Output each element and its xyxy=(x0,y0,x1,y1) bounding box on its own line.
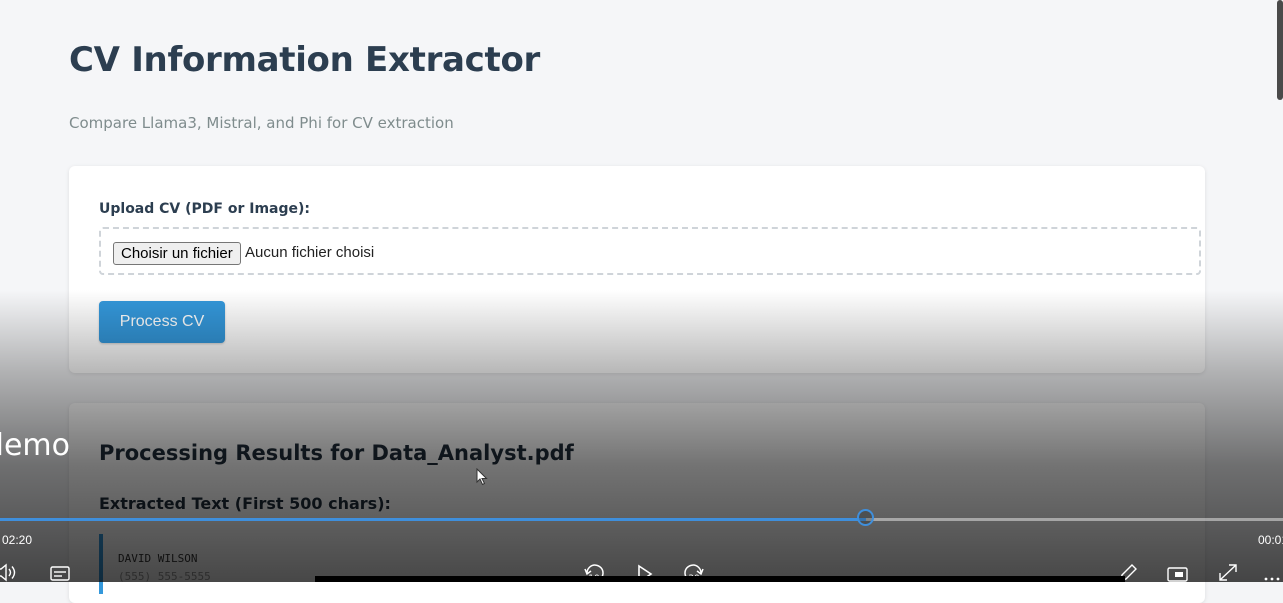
mouse-cursor-icon xyxy=(476,468,488,486)
extracted-text-preview: DAVID WILSON (555) 555-5555 xyxy=(99,534,603,594)
upload-label: Upload CV (PDF or Image): xyxy=(99,201,311,217)
web-page: CV Information Extractor Compare Llama3,… xyxy=(0,0,1283,603)
file-drop-zone[interactable]: Choisir un fichier Aucun fichier choisi xyxy=(99,227,1201,275)
captions-icon[interactable] xyxy=(50,563,70,582)
extracted-text-heading: Extracted Text (First 500 chars): xyxy=(99,494,391,513)
remaining-time: 00:01 xyxy=(1258,533,1283,547)
seek-bar-thumb[interactable] xyxy=(857,509,875,526)
more-icon[interactable] xyxy=(1263,563,1283,582)
miniplayer-icon[interactable] xyxy=(1167,563,1189,582)
upload-card: Upload CV (PDF or Image): Choisir un fic… xyxy=(69,166,1205,373)
seek-bar-played xyxy=(0,518,867,521)
page-scrollbar[interactable] xyxy=(1277,0,1283,100)
preview-line: (555) 555-5555 xyxy=(118,570,211,583)
video-title: lemo xyxy=(0,428,70,463)
page-title: CV Information Extractor xyxy=(69,40,541,80)
file-status-text: Aucun fichier choisi xyxy=(245,244,375,261)
results-title: Processing Results for Data_Analyst.pdf xyxy=(99,441,574,465)
page-subtitle: Compare Llama3, Mistral, and Phi for CV … xyxy=(69,114,454,132)
process-cv-button[interactable]: Process CV xyxy=(99,301,225,343)
choose-file-button[interactable]: Choisir un fichier xyxy=(113,242,241,265)
seek-bar[interactable] xyxy=(0,509,1283,526)
fullscreen-icon[interactable] xyxy=(1217,563,1239,582)
elapsed-time: 02:20 xyxy=(2,533,33,547)
taskbar-strip xyxy=(315,576,1125,582)
preview-line: DAVID WILSON xyxy=(118,552,198,565)
volume-icon[interactable] xyxy=(0,563,22,582)
